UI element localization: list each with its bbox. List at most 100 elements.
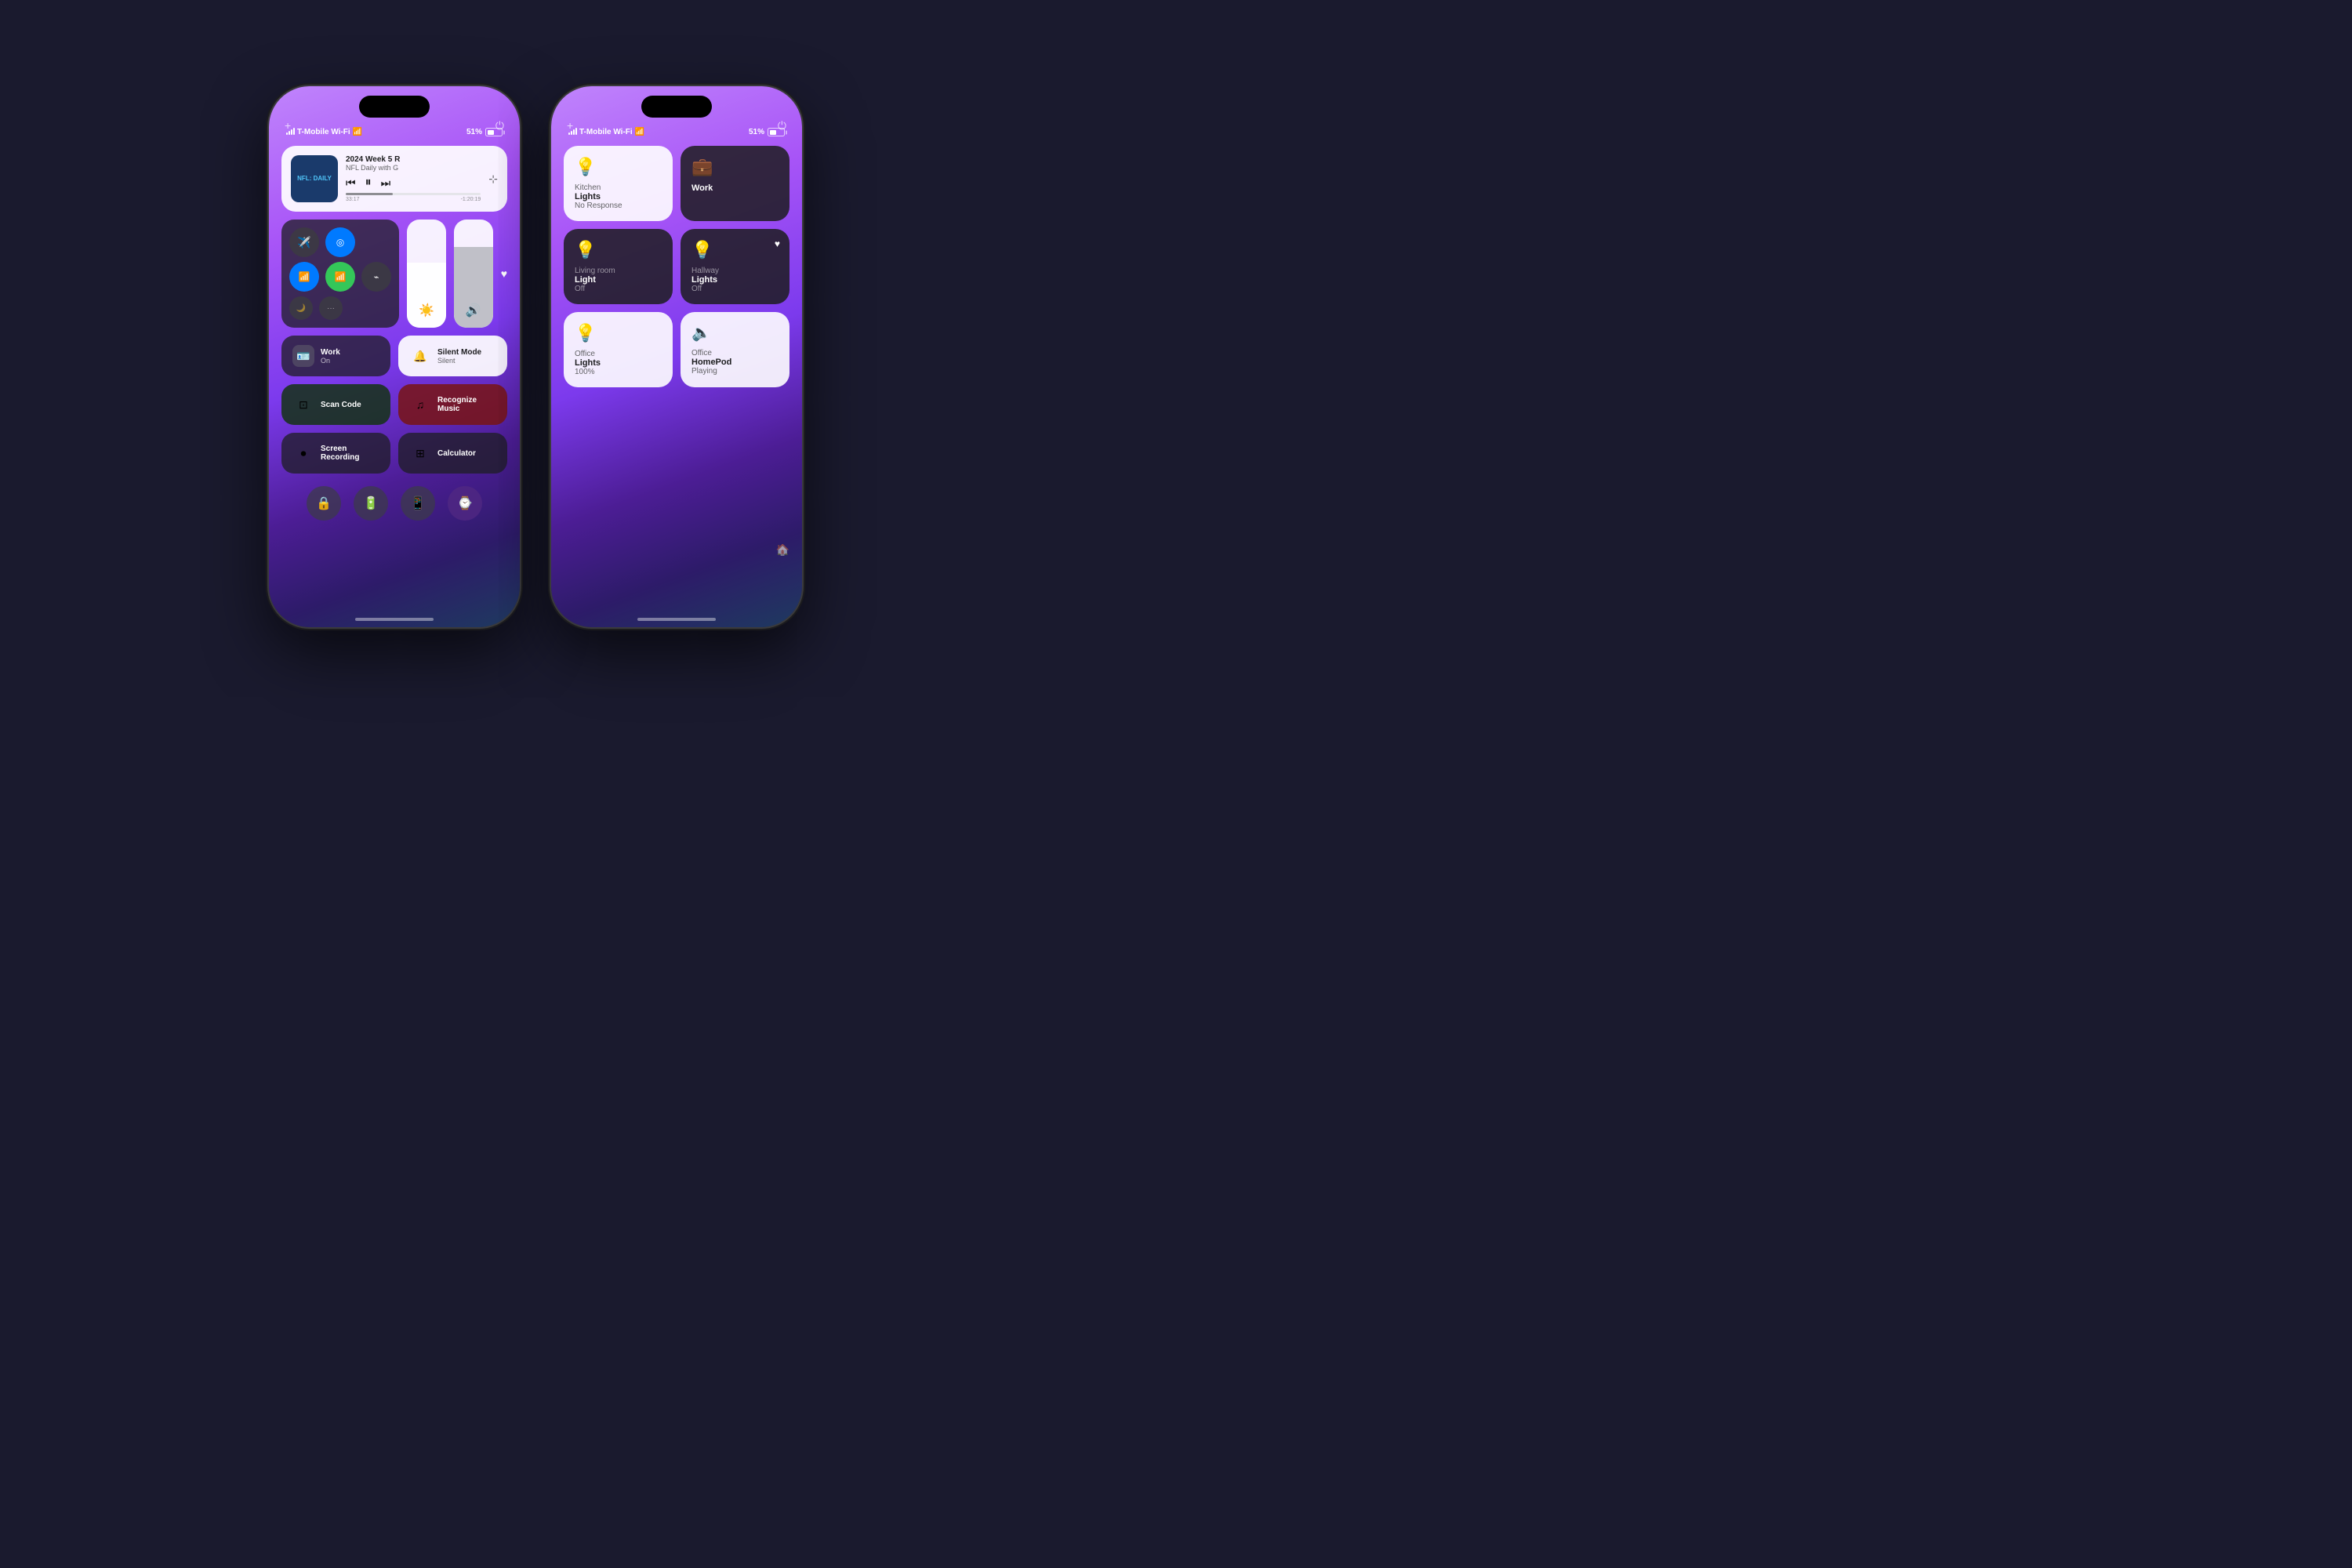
bell-slash-icon: 🔔 [413,350,426,363]
home-bar-2 [637,618,716,621]
lock-button[interactable]: 🔒 [307,486,341,521]
hallway-light-icon: 💡 [691,240,779,260]
more-button[interactable]: ··· [319,296,343,320]
living-room-tile[interactable]: 💡 Living room Light Off [564,229,673,304]
heart-area: ♥ [501,220,507,328]
screen-recording-title: Screen Recording [321,445,379,462]
media-progress-fill [346,193,393,195]
airdrop-icon: ◎ [336,237,344,248]
heart-icon-2: ♥ [775,238,780,249]
volume-slider[interactable]: 🔊 [454,220,493,328]
office-homepod-name: HomePod [691,358,779,367]
id-card-icon: 🪪 [296,350,310,363]
hallway-room-label: Hallway [691,267,779,275]
pause-button[interactable]: ⏸ [365,176,372,190]
cellular-button[interactable]: 📶 [325,262,355,292]
focus-modes-button[interactable]: 🌙 [289,296,313,320]
cellular-icon: 📶 [335,271,347,282]
watch-button[interactable]: ⌚ [448,486,482,521]
shazam-icon: ♫ [409,394,431,416]
hallway-lights-tile[interactable]: 💡 Hallway Lights Off ♥ [681,229,789,304]
phone-2-screen: T-Mobile Wi-Fi 📶 51% + ⏻ 💡 Kitchen [551,86,802,627]
living-room-label: Living room [575,267,662,275]
media-info: 2024 Week 5 R NFL Daily with G ⏮ ⏸ ⏭ 33:… [346,155,481,202]
calculator-text: Calculator [437,449,476,458]
kitchen-room-label: Kitchen [575,183,662,192]
media-time-remaining: -1:20:19 [461,197,481,202]
airdrop-button[interactable]: ◎ [325,227,355,257]
office-homepod-tile[interactable]: 🔈 Office HomePod Playing [681,312,789,387]
scan-code-tile[interactable]: ⊡ Scan Code [281,384,390,425]
calculator-tile[interactable]: ⊞ Calculator [398,433,507,474]
phone-1-screen: T-Mobile Wi-Fi 📶 51% + ⏻ NFL: DAILY [269,86,520,627]
office-lights-name: Lights [575,358,662,368]
skip-forward-button[interactable]: ⏭ [381,176,391,190]
work-tile[interactable]: 💼 Work [681,146,789,221]
media-times: 33:17 -1:20:19 [346,197,481,202]
hallway-tile-name: Lights [691,275,779,285]
screen-recording-tile[interactable]: ⏺ Screen Recording [281,433,390,474]
top-controls-row: + ⏻ [269,119,520,132]
airplay-button[interactable]: ⊹ [488,172,498,186]
work-subtitle: On [321,357,340,365]
action-row-2: ⊡ Scan Code ♫ Recognize Music [281,384,507,425]
scan-text: Scan Code [321,401,361,409]
brightness-slider[interactable]: ☀️ [407,220,446,328]
home-bar [355,618,434,621]
volume-icon: 🔊 [466,303,481,318]
living-room-light-icon: 💡 [575,240,662,260]
phone-2: T-Mobile Wi-Fi 📶 51% + ⏻ 💡 Kitchen [551,86,802,627]
remote-icon: 📱 [410,495,426,511]
kitchen-light-icon: 💡 [575,157,662,177]
connectivity-sliders-row: ✈️ ◎ 📶 📶 ⌁ [281,220,507,328]
add-control-button[interactable]: + [285,119,291,132]
office-lights-tile[interactable]: 💡 Office Lights 100% [564,312,673,387]
phone-1: T-Mobile Wi-Fi 📶 51% + ⏻ NFL: DAILY [269,86,520,627]
office-lights-status: 100% [575,368,662,376]
power-control-button-2[interactable]: ⏻ [778,119,786,132]
work-focus-tile[interactable]: 🪪 Work On [281,336,390,376]
power-control-button[interactable]: ⏻ [495,119,504,132]
calc-icon: ⊞ [409,442,431,464]
action-row-1: 🪪 Work On 🔔 Silent Mode Silent [281,336,507,376]
battery-saver-button[interactable]: 🔋 [354,486,388,521]
work-tile-name: Work [691,183,779,193]
bottom-dock: 🔒 🔋 📱 ⌚ [281,481,507,525]
recognize-music-tile[interactable]: ♫ Recognize Music [398,384,507,425]
office-room-label: Office [575,350,662,358]
media-time-current: 33:17 [346,197,360,202]
wifi-toggle-button[interactable]: 📶 [289,262,319,292]
media-subtitle: NFL Daily with G [346,164,481,172]
add-control-button-2[interactable]: + [567,119,573,132]
brightness-icon: ☀️ [419,303,434,318]
work-title: Work [321,348,340,357]
airplane-mode-button[interactable]: ✈️ [289,227,319,257]
skip-back-button[interactable]: ⏮ [346,176,356,190]
homepod-icon: 🔈 [691,323,779,343]
screen-recording-text: Screen Recording [321,445,379,462]
work-icon: 🪪 [292,345,314,367]
media-player[interactable]: NFL: DAILY 2024 Week 5 R NFL Daily with … [281,146,507,212]
kitchen-tile-name: Lights [575,192,662,201]
moon-icon: 🌙 [296,304,306,313]
calculator-title: Calculator [437,449,476,458]
lock-icon: 🔒 [316,495,332,511]
work-tile-icon: 💼 [691,157,779,177]
calculator-icon: ⊞ [416,447,425,460]
top-controls-row-2: + ⏻ [551,119,802,132]
silent-mode-tile[interactable]: 🔔 Silent Mode Silent [398,336,507,376]
office-light-icon: 💡 [575,323,662,343]
office-homepod-room-label: Office [691,349,779,358]
kitchen-tile-status: No Response [575,201,662,210]
connectivity-tile: ✈️ ◎ 📶 📶 ⌁ [281,220,399,328]
battery-saver-icon: 🔋 [363,495,379,511]
remote-button[interactable]: 📱 [401,486,435,521]
heart-icon: ♥ [501,267,507,280]
bluetooth-button[interactable]: ⌁ [361,262,391,292]
album-art: NFL: DAILY [291,155,338,202]
scan-icon: ⊡ [292,394,314,416]
dynamic-island [359,96,430,118]
kitchen-lights-tile[interactable]: 💡 Kitchen Lights No Response [564,146,673,221]
work-text: Work On [321,348,340,365]
living-room-status: Off [575,285,662,293]
